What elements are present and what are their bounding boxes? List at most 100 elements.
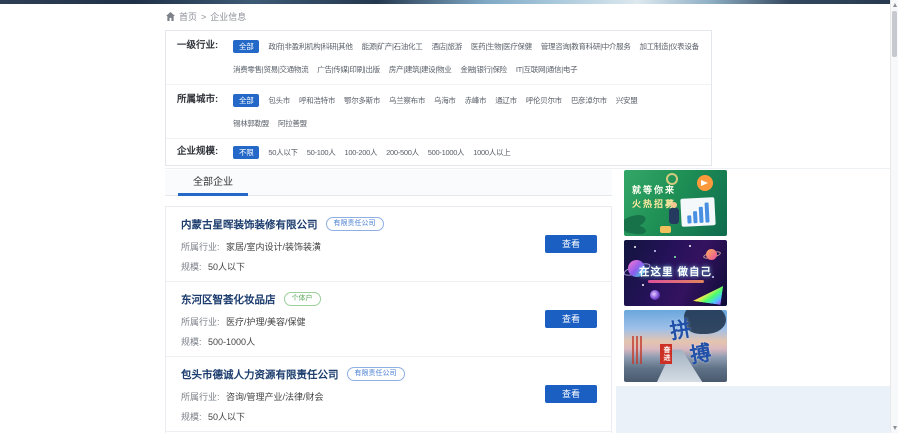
scale-value: 50人以下 (208, 412, 245, 422)
filter-label-industry: 一级行业: (177, 39, 233, 76)
industry-label: 所属行业: (181, 242, 220, 252)
filter-option-all[interactable]: 全部 (233, 40, 259, 53)
scale-value: 500-1000人 (208, 337, 255, 347)
industry-value: 咨询/管理产业/法律/财会 (226, 392, 324, 402)
scale-label: 规模: (181, 337, 202, 347)
next-section-edge (616, 386, 890, 433)
filter-option-all[interactable]: 全部 (233, 94, 259, 107)
city-options-line2: 锡林郭勒盟 阿拉善盟 (233, 116, 705, 130)
filter-option[interactable]: 通辽市 (495, 94, 517, 107)
filter-row-industry: 一级行业: 全部 政府|非盈利机构|科研|其他 能源|矿产|石油化工 酒店|旅游… (166, 31, 711, 85)
enterprise-info-page: 首页 > 企业信息 一级行业: 全部 政府|非盈利机构|科研|其他 能源|矿产|… (0, 0, 898, 433)
stars-icon (634, 246, 636, 248)
filter-option[interactable]: 巴彦淖尔市 (571, 94, 607, 107)
banner3-stamp: 奋进 (660, 344, 672, 364)
chart-card-icon (680, 197, 715, 227)
scale-options-line1: 不限 50人以下 50-100人 100-200人 200-500人 500-1… (233, 145, 705, 159)
scroll-down-arrow-icon[interactable] (891, 423, 898, 433)
filter-option-unlimited[interactable]: 不限 (233, 146, 259, 159)
filter-option[interactable]: 包头市 (268, 94, 290, 107)
company-list: 内蒙古星晖装饰装修有限公司 有限责任公司 所属行业: 家居/室内设计/装饰装潢 … (165, 206, 612, 433)
filter-option[interactable]: 500-1000人 (428, 146, 465, 159)
company-name[interactable]: 内蒙古星晖装饰装修有限公司 (181, 217, 318, 232)
breadcrumb-home-link[interactable]: 首页 (179, 10, 197, 23)
view-button[interactable]: 查看 (545, 310, 597, 328)
top-banner-edge (0, 0, 898, 4)
filter-option[interactable]: 金融|银行|保险 (460, 63, 507, 76)
company-name[interactable]: 东河区智荟化妆品店 (181, 292, 276, 307)
tab-bar: 全部企业 (165, 170, 612, 196)
scale-label: 规模: (181, 262, 202, 272)
filter-option[interactable]: 赤峰市 (465, 94, 487, 107)
coins-icon (660, 226, 671, 233)
industry-label: 所属行业: (181, 392, 220, 402)
galaxy-icon (650, 290, 660, 300)
ad-banner-column: 就等你来 火热招募 在这里 做自己 拼 搏 (624, 170, 727, 386)
banner1-line1: 就等你来 (632, 183, 676, 196)
megaphone-icon (697, 175, 713, 191)
industry-options-line2: 消费零售|贸易|交通物流 广告|传媒|印刷|出版 房产|建筑|建设|物业 金融|… (233, 62, 705, 76)
filter-option[interactable]: 酒店|旅游 (431, 40, 461, 53)
rainbow-cone-icon (693, 282, 723, 305)
banner3-side-text (632, 336, 644, 364)
filter-option[interactable]: 锡林郭勒盟 (233, 117, 269, 130)
banner2-subtitle-bar (648, 280, 704, 283)
filter-option[interactable]: 200-500人 (386, 146, 419, 159)
ad-banner-space[interactable]: 在这里 做自己 (624, 240, 727, 306)
view-button[interactable]: 查看 (545, 235, 597, 253)
filter-option[interactable]: 政府|非盈利机构|科研|其他 (268, 40, 352, 53)
company-item: 东河区智荟化妆品店 个体户 所属行业: 医疗/护理/美容/保健 规模: 500-… (166, 282, 611, 357)
breadcrumb-separator: > (201, 12, 206, 22)
company-type-badge: 有限责任公司 (326, 217, 384, 231)
industry-options-line1: 全部 政府|非盈利机构|科研|其他 能源|矿产|石油化工 酒店|旅游 医药|生物… (233, 39, 705, 53)
breadcrumb: 首页 > 企业信息 (166, 10, 246, 23)
filter-option[interactable]: 呼伦贝尔市 (526, 94, 562, 107)
banner2-title: 在这里 做自己 (624, 264, 727, 279)
filter-option[interactable]: IT|互联网|通信|电子 (516, 63, 577, 76)
filter-option[interactable]: 鄂尔多斯市 (344, 94, 380, 107)
filter-option[interactable]: 50-100人 (307, 146, 336, 159)
scale-value: 50人以下 (208, 262, 245, 272)
filter-label-scale: 企业规模: (177, 145, 233, 159)
view-button[interactable]: 查看 (545, 385, 597, 403)
industry-label: 所属行业: (181, 317, 220, 327)
filter-option[interactable]: 50人以下 (268, 146, 297, 159)
filter-label-city: 所属城市: (177, 93, 233, 130)
ad-banner-strive[interactable]: 拼 搏 奋进 (624, 310, 727, 382)
filter-option[interactable]: 能源|矿产|石油化工 (362, 40, 423, 53)
breadcrumb-current: 企业信息 (210, 10, 246, 23)
filter-option[interactable]: 医药|生物|医疗保健 (471, 40, 532, 53)
company-item: 包头市德诚人力资源有限责任公司 有限责任公司 所属行业: 咨询/管理产业/法律/… (166, 357, 611, 432)
filter-option[interactable]: 广告|传媒|印刷|出版 (317, 63, 380, 76)
filter-row-city: 所属城市: 全部 包头市 呼和浩特市 鄂尔多斯市 乌兰察布市 乌海市 赤峰市 通… (166, 85, 711, 139)
filter-option[interactable]: 100-200人 (345, 146, 378, 159)
page-scrollbar[interactable] (890, 0, 898, 433)
leaf-icon (625, 223, 646, 235)
filter-option[interactable]: 消费零售|贸易|交通物流 (233, 63, 308, 76)
home-icon (166, 12, 175, 21)
person-icon (669, 208, 679, 224)
filter-panel: 一级行业: 全部 政府|非盈利机构|科研|其他 能源|矿产|石油化工 酒店|旅游… (165, 30, 712, 166)
filter-row-scale: 企业规模: 不限 50人以下 50-100人 100-200人 200-500人… (166, 139, 711, 165)
company-type-badge: 有限责任公司 (347, 367, 405, 381)
filter-option[interactable]: 呼和浩特市 (299, 94, 335, 107)
filter-option[interactable]: 房产|建筑|建设|物业 (389, 63, 452, 76)
filter-option[interactable]: 乌兰察布市 (389, 94, 425, 107)
company-name[interactable]: 包头市德诚人力资源有限责任公司 (181, 367, 339, 382)
scroll-up-arrow-icon[interactable] (891, 0, 898, 10)
filter-option[interactable]: 管理咨询|教育科研|中介服务 (541, 40, 631, 53)
filter-option[interactable]: 阿拉善盟 (278, 117, 307, 130)
tab-all-companies[interactable]: 全部企业 (178, 170, 248, 196)
company-type-badge: 个体户 (284, 292, 321, 306)
filter-option[interactable]: 1000人以上 (473, 146, 510, 159)
filter-option[interactable]: 兴安盟 (616, 94, 638, 107)
industry-value: 医疗/护理/美容/保健 (226, 317, 306, 327)
planet-icon (706, 249, 717, 260)
filter-option[interactable]: 乌海市 (434, 94, 456, 107)
company-item: 内蒙古星晖装饰装修有限公司 有限责任公司 所属行业: 家居/室内设计/装饰装潢 … (166, 207, 611, 282)
filter-option[interactable]: 加工制造|仪表设备 (640, 40, 699, 53)
scrollbar-thumb[interactable] (892, 11, 897, 57)
ad-banner-recruitment[interactable]: 就等你来 火热招募 (624, 170, 727, 236)
section-divider (165, 168, 890, 169)
city-options-line1: 全部 包头市 呼和浩特市 鄂尔多斯市 乌兰察布市 乌海市 赤峰市 通辽市 呼伦贝… (233, 93, 705, 107)
